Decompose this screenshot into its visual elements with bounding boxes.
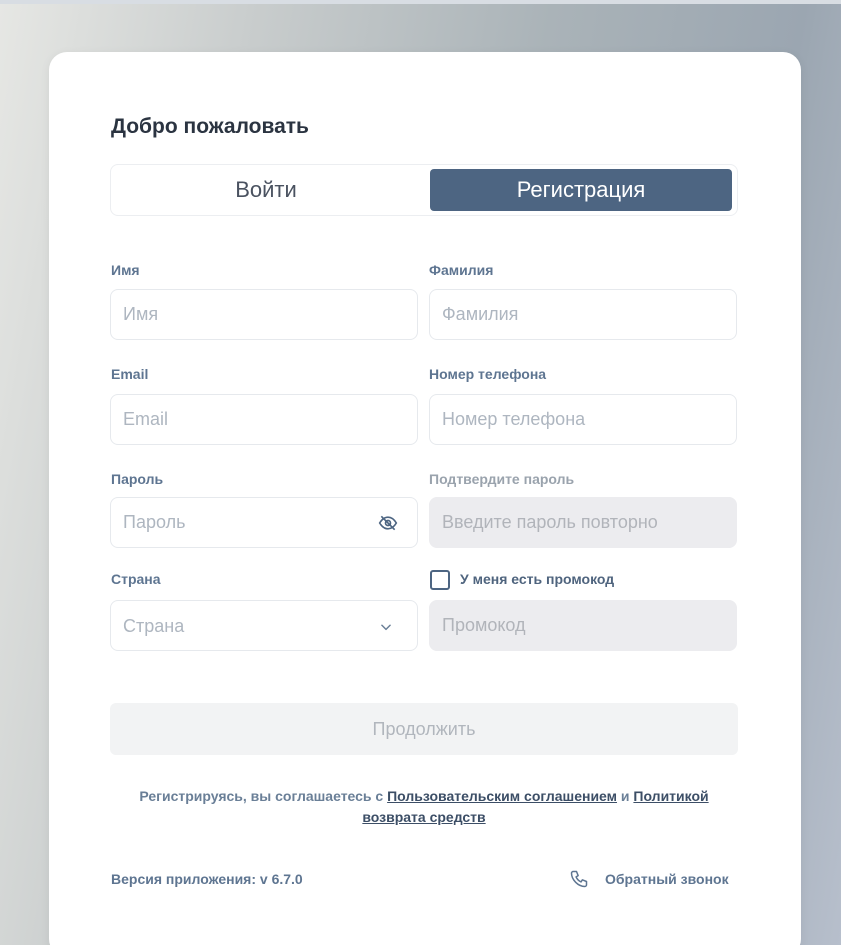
email-field	[110, 394, 418, 445]
password-input[interactable]	[111, 498, 417, 547]
first-name-input[interactable]	[111, 290, 417, 339]
email-input[interactable]	[111, 395, 417, 444]
password-field	[110, 497, 418, 548]
chevron-down-icon	[381, 624, 391, 631]
agreement-conjunction: и	[620, 788, 630, 804]
password-label: Пароль	[111, 471, 164, 487]
auth-tabs: Войти Регистрация	[110, 164, 738, 216]
eye-off-icon[interactable]	[378, 513, 398, 533]
tab-register[interactable]: Регистрация	[430, 169, 732, 211]
last-name-field	[429, 289, 737, 340]
country-label: Страна	[111, 571, 161, 587]
promo-input	[430, 601, 736, 650]
first-name-field	[110, 289, 418, 340]
phone-label: Номер телефона	[429, 366, 547, 382]
tab-login[interactable]: Войти	[115, 169, 417, 211]
last-name-input[interactable]	[430, 290, 736, 339]
promo-checkbox-label[interactable]: У меня есть промокод	[460, 571, 614, 587]
terms-link[interactable]: Пользовательским соглашением	[387, 788, 617, 804]
top-edge	[0, 0, 841, 4]
callback-label: Обратный звонок	[605, 871, 729, 887]
country-select[interactable]: Страна	[110, 600, 418, 651]
callback-link[interactable]: Обратный звонок	[569, 866, 729, 892]
phone-icon	[570, 870, 588, 888]
confirm-password-label: Подтвердите пароль	[429, 471, 575, 487]
agreement-text: Регистрируясь, вы соглашаетесь с Пользов…	[110, 786, 738, 828]
phone-field	[429, 394, 737, 445]
first-name-label: Имя	[111, 262, 140, 278]
promo-checkbox[interactable]	[430, 570, 450, 590]
registration-card: Добро пожаловать Войти Регистрация Имя Ф…	[49, 52, 801, 945]
confirm-password-field	[429, 497, 737, 548]
confirm-password-input	[430, 498, 736, 547]
country-placeholder: Страна	[123, 616, 185, 636]
phone-input[interactable]	[430, 395, 736, 444]
last-name-label: Фамилия	[429, 262, 494, 278]
refund-policy-link-part2[interactable]: возврата средств	[362, 809, 485, 825]
agreement-prefix: Регистрируясь, вы соглашаетесь с	[139, 788, 384, 804]
continue-button[interactable]: Продолжить	[110, 703, 738, 755]
page-title: Добро пожаловать	[111, 115, 309, 138]
refund-policy-link-part1[interactable]: Политикой	[633, 788, 708, 804]
app-version: Версия приложения: v 6.7.0	[111, 871, 303, 887]
promo-field	[429, 600, 737, 651]
email-label: Email	[111, 366, 149, 382]
